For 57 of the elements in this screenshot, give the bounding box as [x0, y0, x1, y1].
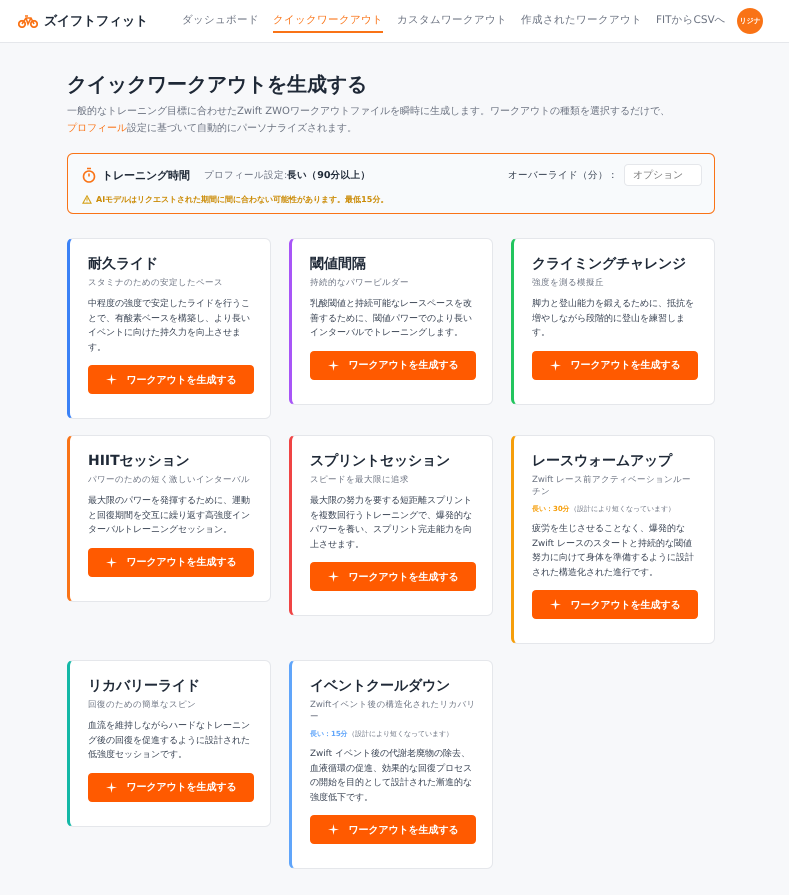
- card-title: リカバリーライド: [88, 677, 201, 695]
- card-subtitle: Zwiftイベント後の構造化されたリカバリー: [310, 699, 476, 723]
- override-input[interactable]: オプション: [624, 164, 702, 186]
- sparkle-icon: [328, 824, 338, 835]
- card-title: 閾値間隔: [310, 255, 367, 273]
- card-title: スプリントセッション: [310, 452, 451, 470]
- card-description: 疲労を生じさせることなく、爆発的なZwift レースのスタートと持続的な閾値努力に向けて身体を準備するように設計された構造化された進行です。: [532, 522, 695, 580]
- intro-text: 一般的なトレーニング目標に合わせたZwift ZWOワークアウトファイルを瞬時に生成します。ワークアウトの種類を選択するだけで、 プロフィール設定に基づいて自動的にパーソナライズされます。: [67, 104, 671, 136]
- warning-icon: [82, 195, 92, 204]
- nav-tab[interactable]: 作成されたワークアウト: [521, 9, 642, 33]
- card-subtitle: パワーのための短く激しいインターバル: [88, 474, 251, 486]
- card-subtitle: Zwift レース前アクティベーションルーチン: [532, 474, 692, 498]
- nav-tab[interactable]: クイックワークアウト: [273, 9, 383, 33]
- sparkle-icon: [328, 360, 338, 370]
- card-description: 脚力と登山能力を鍛えるために、抵抗を増やしながら段階的に登山を練習します。: [532, 298, 695, 340]
- generate-button[interactable]: ワークアウトを生成する: [88, 365, 254, 394]
- generate-button[interactable]: ワークアウトを生成する: [310, 350, 476, 380]
- card-description: 血流を維持しながらハードなトレーニング後の回復を促進するように設計された低強度セッションです。: [88, 720, 251, 762]
- sparkle-icon: [106, 556, 116, 568]
- override-label: オーバーライド（分）：: [508, 168, 618, 182]
- card-subtitle: 持続的なパワービルダー: [310, 277, 410, 289]
- generate-button[interactable]: ワークアウトを生成する: [88, 548, 254, 576]
- sparkle-icon: [106, 374, 116, 385]
- card-description: Zwift イベント後の代謝老廃物の除去、血液循環の促進、効果的な回復プロセスの開始を目的として設計された漸進的な強度低下です。: [310, 748, 473, 804]
- panel-title: トレーニング時間: [102, 168, 190, 182]
- generate-button[interactable]: ワークアウトを生成する: [532, 590, 698, 619]
- generate-button[interactable]: ワークアウトを生成する: [88, 772, 254, 802]
- card-subtitle: 強度を測る模擬丘: [532, 277, 605, 289]
- nav-tab[interactable]: FITからCSVへ: [656, 9, 726, 33]
- card-title: 耐久ライド: [88, 255, 159, 273]
- generate-button[interactable]: ワークアウトを生成する: [310, 562, 476, 591]
- profile-setting: プロフィール設定:長い（90分以上）: [204, 168, 370, 182]
- generate-button[interactable]: ワークアウトを生成する: [310, 815, 476, 844]
- card-subtitle: 回復のための簡単なスピン: [88, 699, 197, 711]
- card-title: レースウォームアップ: [532, 452, 674, 470]
- sparkle-icon: [550, 599, 560, 610]
- sparkle-icon: [550, 360, 560, 370]
- bicycle-icon: [18, 14, 38, 28]
- card-description: 中程度の強度で安定したライドを行うことで、有酸素ベースを構築し、より長いイベントに向けた持久力を向上させます。: [88, 298, 251, 354]
- page-title: クイックワークアウトを生成する: [67, 71, 368, 98]
- sparkle-icon: [106, 782, 116, 792]
- stopwatch-icon: [82, 167, 96, 183]
- card-title: イベントクールダウン: [310, 677, 451, 695]
- generate-button[interactable]: ワークアウトを生成する: [532, 350, 698, 380]
- sparkle-icon: [328, 571, 338, 582]
- app-logo-text[interactable]: ズイフトフィット: [44, 12, 148, 30]
- card-title: クライミングチャレンジ: [532, 255, 687, 273]
- card-description: 乳酸閾値と持続可能なレースペースを改善するために、閾値パワーでのより長いインターバルでトレーニングします。: [310, 298, 473, 340]
- card-subtitle: スタミナのための安定したペース: [88, 277, 224, 289]
- warning-text: AIモデルはリクエストされた期間に間に合わない可能性があります。最低15分。: [96, 194, 388, 205]
- nav-tab[interactable]: ダッシュボード: [182, 9, 259, 33]
- profile-link[interactable]: プロフィール: [67, 122, 127, 134]
- card-title: HIITセッション: [88, 452, 191, 470]
- nav-tab[interactable]: カスタムワークアウト: [397, 9, 507, 33]
- card-description: 最大限のパワーを発揮するために、運動と回復期間を交互に繰り返す高強度インターバルトレーニングセッション。: [88, 494, 251, 537]
- card-subtitle: スピードを最大限に追求: [310, 474, 410, 486]
- card-description: 最大限の努力を要する短距離スプリントを複数回行うトレーニングで、爆発的なパワーを養い、スプリント完走能力を向上させます。: [310, 494, 473, 552]
